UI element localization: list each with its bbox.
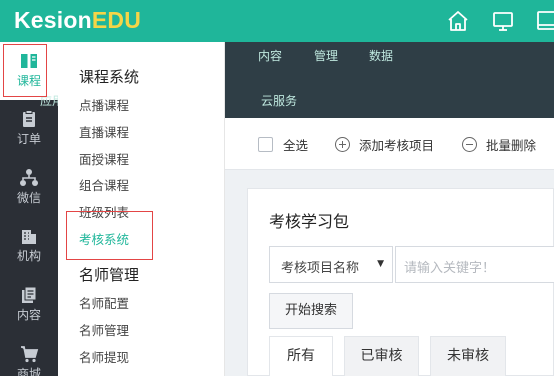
panel-title: 考核学习包	[269, 212, 350, 231]
nav-label: 微信	[16, 191, 41, 205]
logo-main: Kesion	[14, 7, 92, 33]
submenu-panel: 课程系统 点播课程 直播课程 面授课程 组合课程 班级列表 考核系统 名师管理 …	[58, 42, 225, 376]
filter-select-value: 考核项目名称	[281, 261, 360, 276]
highlight-box-submenu	[66, 211, 153, 260]
submenu-item[interactable]: 组合课程	[79, 175, 129, 194]
select-all-label: 全选	[283, 138, 309, 153]
plus-circle-icon	[335, 137, 350, 152]
clipboard-icon	[23, 110, 35, 127]
submenu-item[interactable]: 面授课程	[79, 149, 129, 168]
tab-unapproved[interactable]: 未审核	[430, 336, 506, 376]
add-item-button[interactable]: 添加考核项目	[335, 135, 434, 154]
checkbox-box[interactable]	[258, 137, 273, 152]
ghost-text: 云服务	[261, 94, 298, 108]
nav-label: 机构	[16, 249, 41, 263]
nav-item-content[interactable]: 内容	[0, 276, 58, 334]
filter-select[interactable]: 考核项目名称 ▼	[269, 246, 393, 283]
add-item-label: 添加考核项目	[359, 138, 435, 153]
monitor-icon[interactable]	[491, 9, 515, 33]
submenu-title: 名师管理	[79, 266, 140, 284]
submenu-item[interactable]: 名师提现	[79, 347, 129, 366]
search-button[interactable]: 开始搜索	[269, 293, 353, 329]
home-icon[interactable]	[446, 9, 470, 33]
highlight-box-nav	[3, 44, 47, 97]
logo[interactable]: KesionEDU	[14, 7, 141, 34]
select-all-checkbox[interactable]: 全选	[258, 135, 308, 154]
cart-icon	[21, 346, 39, 363]
nav-item-mall[interactable]: 商城	[0, 335, 58, 376]
nav-label: 订单	[16, 132, 41, 146]
batch-delete-button[interactable]: 批量删除	[462, 135, 536, 154]
ghost-text: 管理	[314, 49, 339, 63]
nav-item-org[interactable]: 机构	[0, 217, 58, 275]
top-header: KesionEDU	[0, 0, 554, 42]
nav-label: 商城	[16, 367, 41, 376]
submenu-item[interactable]: 名师管理	[79, 320, 129, 339]
ghost-text: 内容	[258, 49, 283, 63]
toolbar: 全选 添加考核项目 批量删除	[225, 118, 554, 170]
submenu-item[interactable]: 直播课程	[79, 122, 129, 141]
ghost-text: 数据	[369, 49, 394, 63]
building-icon	[22, 230, 36, 244]
document-icon	[22, 286, 37, 303]
batch-delete-label: 批量删除	[486, 138, 537, 153]
nav-label: 内容	[16, 308, 41, 322]
search-input[interactable]: 请输入关键字！	[395, 246, 554, 283]
submenu-item[interactable]: 点播课程	[79, 95, 129, 114]
submenu-title: 课程系统	[79, 68, 140, 86]
tab-all[interactable]: 所有	[269, 336, 333, 376]
nav-item-wechat[interactable]: 微信	[0, 159, 58, 217]
caret-down-icon: ▼	[377, 259, 384, 269]
minus-circle-icon	[462, 137, 477, 152]
tab-approved[interactable]: 已审核	[344, 336, 419, 376]
sitemap-icon	[20, 169, 38, 186]
submenu-item[interactable]: 名师配置	[79, 293, 129, 312]
logo-accent: EDU	[91, 7, 142, 33]
tablet-icon[interactable]	[535, 9, 554, 33]
